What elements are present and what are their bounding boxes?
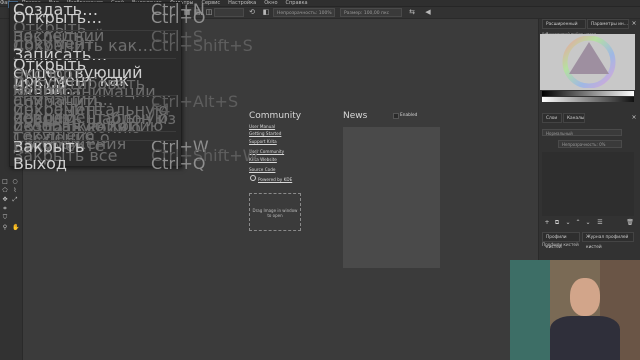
mirror-icon[interactable]: ⇆ — [408, 8, 416, 16]
move-down-icon[interactable]: ⌄ — [584, 219, 592, 227]
delete-layer-icon[interactable]: 🗑 — [626, 219, 634, 227]
layer-opacity-slider[interactable]: Непрозрачность: 0% — [558, 140, 622, 148]
link-user-manual[interactable]: User Manual — [249, 124, 275, 129]
menu-separator — [13, 140, 176, 141]
link-powered-by-kde[interactable]: Powered by KDE — [258, 177, 292, 182]
link-getting-started[interactable]: Getting Started — [249, 131, 281, 136]
blend-mode-icon[interactable]: ◫ — [205, 8, 213, 16]
preserve-alpha-icon[interactable]: ◧ — [262, 8, 270, 16]
move-up-icon[interactable]: ⌃ — [574, 219, 582, 227]
menu-help[interactable]: Справка — [286, 0, 308, 6]
zoom-tool-icon[interactable]: ⚲ — [2, 225, 8, 231]
menu-separator — [13, 95, 176, 96]
tab-tool-options[interactable]: Параметры ин… — [587, 19, 629, 29]
copy-layer-icon[interactable]: ⧉ — [553, 219, 561, 227]
tab-advanced-color[interactable]: Расширенный в… — [542, 19, 586, 37]
reload-icon[interactable]: ⟲ — [248, 8, 256, 16]
news-title: News — [343, 111, 368, 121]
file-menu-item[interactable]: Выход Ctrl+Q — [13, 154, 205, 173]
layers-close-icon[interactable]: × — [630, 114, 638, 122]
shade-gradient-bar[interactable] — [542, 97, 634, 102]
add-layer-icon[interactable]: + — [543, 219, 551, 227]
flip-icon[interactable]: ◀ — [424, 8, 432, 16]
chevron-down-icon[interactable]: ⌄ — [564, 219, 572, 227]
opacity-slider[interactable]: Непрозрачность: 100% — [273, 8, 335, 17]
file-menu-item-shortcut: Ctrl+Q — [151, 154, 206, 173]
file-menu-item-label: Выход — [13, 154, 67, 173]
menu-separator — [13, 58, 176, 59]
path-tool-icon[interactable]: ⌇ — [12, 188, 18, 194]
tab-channels[interactable]: Каналы — [563, 113, 585, 123]
menu-settings[interactable]: Настройка — [228, 0, 256, 6]
crop-tool-icon[interactable]: ⌗ — [2, 206, 8, 212]
size-slider[interactable]: Размер: 100,00 пкс — [340, 8, 402, 17]
transform-tool-icon[interactable]: ⤢ — [12, 197, 18, 203]
file-menu-item-shortcut: Ctrl+O — [151, 8, 206, 27]
dock-close-icon[interactable]: × — [630, 20, 638, 28]
news-enabled-checkbox[interactable] — [393, 113, 399, 119]
drop-zone-text: Drag Image in window to open — [252, 208, 298, 218]
drop-zone[interactable]: Drag Image in window to open — [249, 193, 301, 231]
community-title: Community — [249, 111, 302, 121]
rectangle-tool-icon[interactable]: □ — [2, 179, 8, 185]
kde-logo-icon — [250, 175, 256, 181]
file-menu-item-shortcut: Ctrl+Shift+S — [151, 36, 253, 55]
menu-separator — [13, 131, 176, 132]
tab-brush-history[interactable]: Журнал профилей кистей — [582, 232, 634, 250]
blend-mode-dropdown[interactable]: Нормальный — [542, 129, 622, 136]
ellipse-tool-icon[interactable]: ○ — [12, 179, 18, 185]
link-support-krita[interactable]: Support Krita — [249, 139, 277, 144]
menu-separator — [13, 30, 176, 31]
news-enabled-label: Enabled — [400, 113, 418, 118]
tab-brush-presets[interactable]: Профили кистей — [542, 232, 580, 250]
pan-tool-icon[interactable]: ✋ — [12, 225, 19, 231]
color-wheel[interactable] — [560, 36, 618, 88]
layer-properties-icon[interactable]: ☰ — [596, 219, 604, 227]
link-source-code[interactable]: Source Code — [249, 167, 275, 172]
webcam-overlay — [510, 260, 640, 360]
polygon-tool-icon[interactable]: ⬠ — [2, 188, 8, 194]
menu-window[interactable]: Окно — [264, 0, 277, 6]
blend-mode-select[interactable] — [214, 8, 244, 17]
move-tool-icon[interactable]: ✥ — [2, 197, 8, 203]
value-gradient-bar[interactable] — [542, 91, 634, 96]
news-panel — [343, 127, 440, 268]
layers-list[interactable] — [542, 152, 634, 216]
tab-layers[interactable]: Слои — [542, 113, 562, 123]
brush-presets-label: Профили кистей — [542, 242, 579, 247]
shield-icon[interactable]: ⛉ — [2, 215, 8, 221]
